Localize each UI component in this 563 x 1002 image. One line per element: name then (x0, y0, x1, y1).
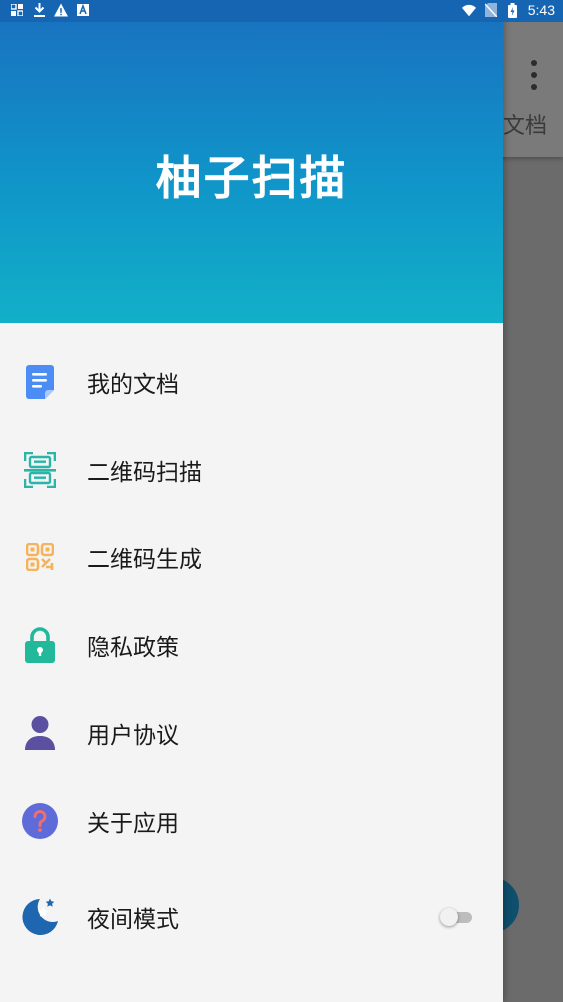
qr-generate-icon (20, 537, 60, 577)
menu-label-my-documents: 我的文档 (87, 372, 179, 398)
night-mode-icon (20, 897, 60, 937)
lock-icon (20, 625, 60, 665)
menu-item-privacy-policy[interactable]: 隐私政策 (0, 605, 503, 685)
user-icon (20, 713, 60, 753)
menu-item-qr-generate[interactable]: 二维码生成 (0, 517, 503, 597)
app-title: 柚子扫描 (155, 151, 348, 205)
clock: 5:43 (527, 2, 555, 18)
navigation-drawer: 柚子扫描 我的文档 二维码扫描 二维码生成 隐私政策 用户协议 关于应用 夜间模… (0, 0, 503, 1002)
qr-scan-icon (20, 450, 60, 490)
data-icon (10, 3, 24, 17)
menu-item-night-mode[interactable]: 夜间模式 (0, 877, 503, 957)
status-bar: 5:43 (0, 0, 563, 22)
menu-label-night-mode: 夜间模式 (87, 907, 179, 933)
background-tab-label: 文档 (503, 114, 548, 139)
help-icon (20, 801, 60, 841)
menu-label-qr-generate: 二维码生成 (87, 547, 202, 573)
menu-label-about-app: 关于应用 (87, 811, 179, 837)
document-icon (20, 362, 60, 402)
warning-icon (54, 3, 68, 17)
download-icon (32, 3, 46, 17)
menu-item-about-app[interactable]: 关于应用 (0, 781, 503, 861)
menu-label-user-agreement: 用户协议 (87, 723, 179, 749)
wifi-icon (461, 3, 476, 17)
menu-item-qr-scan[interactable]: 二维码扫描 (0, 430, 503, 510)
a-icon (76, 3, 90, 17)
menu-label-qr-scan: 二维码扫描 (87, 460, 202, 486)
more-vertical-icon[interactable] (529, 60, 539, 90)
no-sim-icon (484, 3, 498, 17)
toggle-thumb (440, 908, 458, 926)
menu-item-user-agreement[interactable]: 用户协议 (0, 693, 503, 773)
night-mode-toggle[interactable] (440, 908, 473, 926)
drawer-header: 柚子扫描 (0, 0, 503, 323)
menu-label-privacy-policy: 隐私政策 (87, 635, 179, 661)
menu-item-my-documents[interactable]: 我的文档 (0, 342, 503, 422)
battery-icon (506, 2, 520, 18)
